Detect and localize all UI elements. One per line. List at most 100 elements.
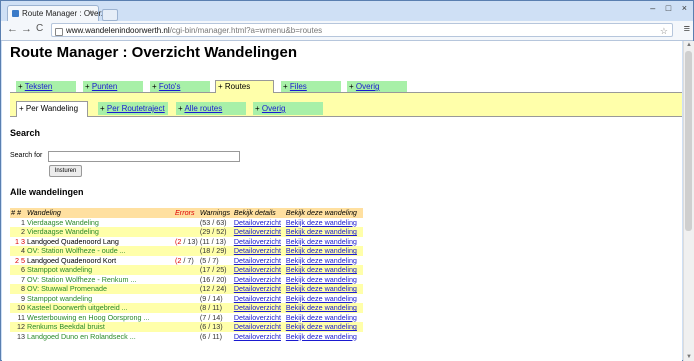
walk-name: Stamppot wandeling xyxy=(27,265,93,274)
browser-tab[interactable]: Route Manager : Overzicht × xyxy=(7,5,118,21)
view-walk-link[interactable]: Bekijk deze wandeling xyxy=(286,275,357,284)
table-row: 9 Stamppot wandeling (9 / 14) Detailoverzic… xyxy=(10,293,363,303)
table-row: 11 Westerbouwing en Hoog Oorsprong ... (7 … xyxy=(10,312,363,323)
maximize-icon[interactable]: □ xyxy=(666,3,671,13)
details-link[interactable]: Detailoverzicht xyxy=(234,284,281,293)
details-link[interactable]: Detailoverzicht xyxy=(234,256,281,265)
walk-warnings: (12 / 24) xyxy=(199,284,227,293)
tab-fotos-link[interactable]: Foto's xyxy=(159,82,181,91)
row-number: 6 xyxy=(21,265,25,274)
details-link[interactable]: Detailoverzicht xyxy=(234,294,281,303)
view-cell: Bekijk deze wandeling xyxy=(285,246,363,256)
row-number: 2 5 xyxy=(15,255,25,265)
tab-punten[interactable]: + Punten xyxy=(83,81,143,92)
table-row: 1 3 Landgoed Quadenoord Lang (2 / 13) (11 /… xyxy=(10,236,363,247)
close-tab-icon[interactable]: × xyxy=(89,8,94,17)
details-link[interactable]: Detailoverzicht xyxy=(234,265,281,274)
view-walk-link[interactable]: Bekijk deze wandeling xyxy=(286,303,357,312)
view-walk-link[interactable]: Bekijk deze wandeling xyxy=(286,256,357,265)
view-walk-link[interactable]: Bekijk deze wandeling xyxy=(286,218,357,227)
details-link[interactable]: Detailoverzicht xyxy=(234,227,281,236)
table-row: 1 Vierdaagse Wandeling (53 / 63) Detailover… xyxy=(10,217,363,227)
new-tab-button[interactable] xyxy=(102,9,118,21)
search-heading: Search xyxy=(10,128,41,138)
walk-warnings: (16 / 20) xyxy=(199,274,227,284)
row-number: 2 xyxy=(21,227,25,236)
details-cell: Detailoverzicht xyxy=(233,237,285,247)
walk-warnings: (53 / 63) xyxy=(199,217,227,227)
reload-icon[interactable]: C xyxy=(36,23,43,34)
view-walk-link[interactable]: Bekijk deze wandeling xyxy=(286,322,357,331)
details-link[interactable]: Detailoverzicht xyxy=(234,275,281,284)
subtab-per-routetraject-link[interactable]: Per Routetraject xyxy=(107,104,165,113)
window-controls: – □ × xyxy=(642,3,687,13)
bookmark-star-icon[interactable]: ☆ xyxy=(660,24,668,38)
view-walk-link[interactable]: Bekijk deze wandeling xyxy=(286,284,357,293)
walk-warnings: (6 / 11) xyxy=(199,331,223,341)
page-info-icon[interactable] xyxy=(55,28,63,36)
view-walk-link[interactable]: Bekijk deze wandeling xyxy=(286,265,357,274)
view-cell: Bekijk deze wandeling xyxy=(285,227,363,237)
subtab-overig[interactable]: + Overig xyxy=(253,102,323,115)
view-walk-link[interactable]: Bekijk deze wandeling xyxy=(286,227,357,236)
row-number: 1 3 xyxy=(15,236,25,246)
tab-files[interactable]: + Files xyxy=(281,81,341,92)
walk-name: Landgoed Quadenoord Lang xyxy=(27,236,119,246)
scroll-down-icon[interactable]: ▼ xyxy=(686,354,692,360)
tab-routes[interactable]: + Routes xyxy=(215,80,274,93)
table-row: 4 OV: Station Wolfheze - oude ... (18 / 29… xyxy=(10,246,363,256)
details-link[interactable]: Detailoverzicht xyxy=(234,237,281,246)
view-walk-link[interactable]: Bekijk deze wandeling xyxy=(286,294,357,303)
walk-errors xyxy=(174,284,199,294)
tab-overig-link[interactable]: Overig xyxy=(356,82,380,91)
details-link[interactable]: Detailoverzicht xyxy=(234,332,281,341)
view-walk-link[interactable]: Bekijk deze wandeling xyxy=(286,332,357,341)
row-number: 10 xyxy=(17,303,25,312)
view-cell: Bekijk deze wandeling xyxy=(285,256,363,266)
tab-teksten-link[interactable]: Teksten xyxy=(25,82,53,91)
details-link[interactable]: Detailoverzicht xyxy=(234,246,281,255)
subtab-per-routetraject[interactable]: + Per Routetraject xyxy=(98,102,168,115)
subtab-alle-routes[interactable]: + Alle routes xyxy=(176,102,246,115)
view-cell: Bekijk deze wandeling xyxy=(285,322,363,332)
scrollbar-thumb[interactable] xyxy=(685,51,692,231)
details-cell: Detailoverzicht xyxy=(233,313,285,323)
details-link[interactable]: Detailoverzicht xyxy=(234,313,281,322)
details-cell: Detailoverzicht xyxy=(233,284,285,294)
subtab-overig-link[interactable]: Overig xyxy=(262,104,286,113)
vertical-scrollbar[interactable]: ▲ ▼ xyxy=(683,41,694,361)
view-cell: Bekijk deze wandeling xyxy=(285,303,363,313)
tab-files-link[interactable]: Files xyxy=(290,82,307,91)
details-link[interactable]: Detailoverzicht xyxy=(234,322,281,331)
table-row: 10 Kasteel Doorwerth uitgebreid ... (8 / 1… xyxy=(10,303,363,313)
tab-fotos[interactable]: + Foto's xyxy=(150,81,210,92)
back-icon[interactable]: ← xyxy=(7,23,18,35)
tab-punten-link[interactable]: Punten xyxy=(92,82,117,91)
walk-name: Landgoed Quadenoord Kort xyxy=(27,255,117,265)
minimize-icon[interactable]: – xyxy=(650,3,655,13)
view-walk-link[interactable]: Bekijk deze wandeling xyxy=(286,237,357,246)
details-cell: Detailoverzicht xyxy=(233,256,285,266)
tab-teksten[interactable]: + Teksten xyxy=(16,81,76,92)
subtab-alle-routes-link[interactable]: Alle routes xyxy=(184,104,222,113)
view-walk-link[interactable]: Bekijk deze wandeling xyxy=(286,246,357,255)
view-walk-link[interactable]: Bekijk deze wandeling xyxy=(286,313,357,322)
table-row: 7 OV: Station Wolfheze - Renkum ... (16 / … xyxy=(10,274,363,285)
walk-errors xyxy=(174,275,199,285)
subtab-per-wandeling[interactable]: + Per Wandeling xyxy=(16,101,88,117)
col-name-header: Wandeling xyxy=(27,208,61,217)
table-body: 1 Vierdaagse Wandeling (53 / 63) Detailover… xyxy=(10,217,363,342)
scroll-up-icon[interactable]: ▲ xyxy=(686,42,692,48)
search-input[interactable] xyxy=(48,151,240,162)
submit-button[interactable]: Insturen xyxy=(49,165,82,177)
details-link[interactable]: Detailoverzicht xyxy=(234,303,281,312)
details-link[interactable]: Detailoverzicht xyxy=(234,218,281,227)
address-bar[interactable]: www.wandelenindoorwerth.nl/cgi-bin/manag… xyxy=(51,23,673,37)
forward-icon[interactable]: → xyxy=(21,23,32,35)
walk-errors xyxy=(174,332,199,342)
col-errors-header: Errors xyxy=(175,208,195,217)
browser-menu-icon[interactable]: ≡ xyxy=(684,23,690,35)
tab-overig[interactable]: + Overig xyxy=(347,81,407,92)
walk-name: OV: Stuwwal Promenade xyxy=(27,284,108,293)
close-window-icon[interactable]: × xyxy=(682,3,687,13)
